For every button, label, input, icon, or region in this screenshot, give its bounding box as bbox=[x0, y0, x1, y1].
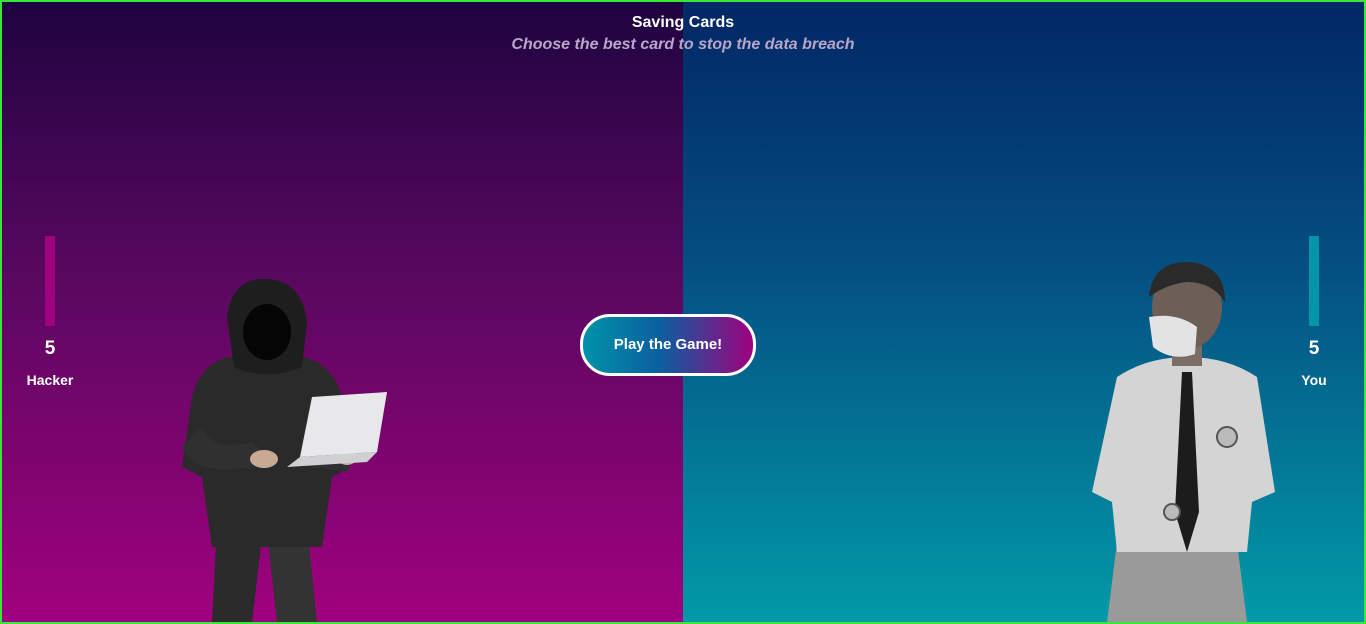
game-header: Saving Cards Choose the best card to sto… bbox=[2, 12, 1364, 56]
player-character-image bbox=[1092, 262, 1275, 622]
game-subtitle: Choose the best card to stop the data br… bbox=[511, 36, 855, 53]
play-game-button[interactable]: Play the Game! bbox=[580, 314, 756, 376]
hacker-score: 5 bbox=[44, 338, 56, 359]
game-stage: Saving Cards Choose the best card to sto… bbox=[0, 0, 1366, 624]
hacker-character-image bbox=[182, 278, 387, 622]
hacker-health-bar bbox=[45, 236, 55, 326]
hacker-label: Hacker bbox=[26, 372, 74, 388]
player-health-bar bbox=[1309, 236, 1319, 326]
game-title: Saving Cards bbox=[631, 14, 735, 31]
player-score: 5 bbox=[1308, 338, 1320, 359]
